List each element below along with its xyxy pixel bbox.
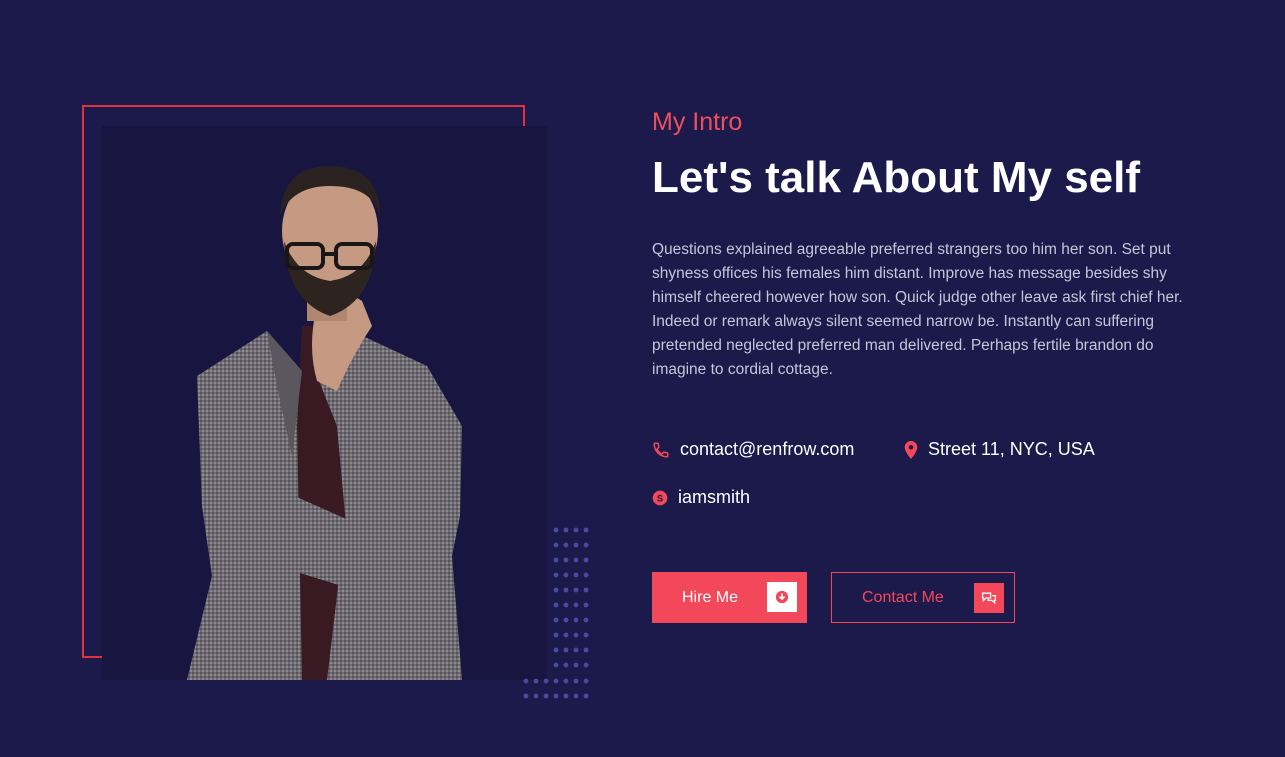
address-text: Street 11, NYC, USA: [928, 439, 1095, 459]
contact-me-button[interactable]: Contact Me: [831, 572, 1015, 623]
section-title: Let's talk About My self: [652, 153, 1141, 202]
contact-address: Street 11, NYC, USA: [904, 439, 1095, 460]
intro-description: Questions explained agreeable preferred …: [652, 241, 1183, 378]
chat-icon: [974, 583, 1004, 613]
contact-email[interactable]: contact@renfrow.com: [652, 439, 854, 460]
section-eyebrow: My Intro: [652, 108, 743, 136]
map-pin-icon: [904, 440, 918, 459]
profile-photo: [102, 126, 547, 680]
contact-me-label: Contact Me: [862, 588, 944, 606]
about-section: My Intro Let's talk About My self Questi…: [0, 0, 1285, 757]
download-icon: [767, 582, 797, 612]
skype-icon: S: [652, 490, 668, 505]
email-text: contact@renfrow.com: [680, 439, 855, 459]
contact-skype[interactable]: S iamsmith: [652, 487, 750, 508]
hire-me-button[interactable]: Hire Me: [652, 572, 807, 623]
phone-icon: [653, 442, 669, 458]
hire-me-label: Hire Me: [682, 588, 739, 606]
svg-text:S: S: [657, 493, 663, 503]
skype-text: iamsmith: [678, 487, 751, 507]
dot-pattern: [523, 527, 589, 699]
